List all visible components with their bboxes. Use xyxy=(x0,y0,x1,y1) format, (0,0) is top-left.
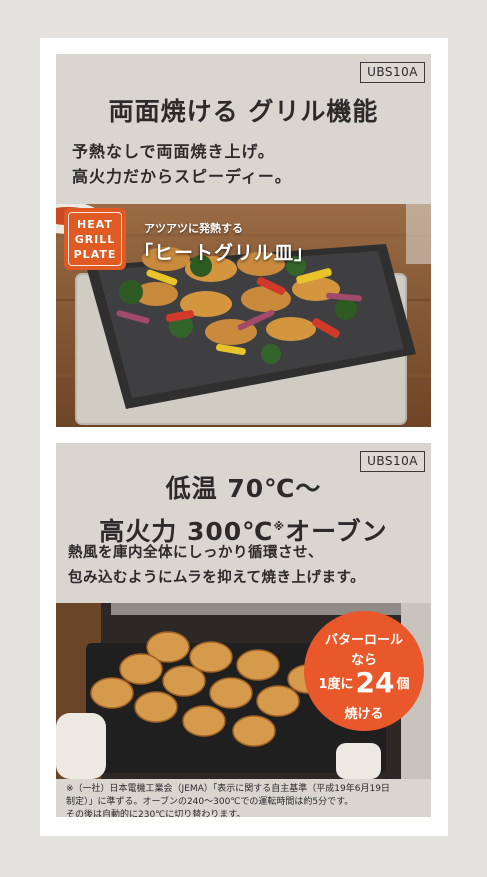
subtitle-line: 高火力だからスピーディー。 xyxy=(72,167,292,186)
title-line: 低温 70℃～ xyxy=(165,474,322,503)
caption-small: アツアツに発熱する xyxy=(144,222,243,235)
page-frame: UBS10A 両面焼ける グリル機能 予熱なしで両面焼き上げ。 高火力だからスピ… xyxy=(40,38,448,836)
logo-frame xyxy=(68,212,122,266)
model-tag: UBS10A xyxy=(360,451,425,472)
footnote-line: 制定）」に準ずる。オーブンの240～300℃での運転時間は約5分です。 xyxy=(66,797,354,807)
badge-text: 個 xyxy=(396,677,410,692)
model-tag: UBS10A xyxy=(360,62,425,83)
badge-line: 1度に24 個 xyxy=(304,666,424,699)
badge-number: 24 xyxy=(355,666,395,699)
footnote-line: その後は自動的に230℃に切り替わります。 xyxy=(66,810,246,817)
description-line: 包み込むようにムラを抑えて焼き上げます。 xyxy=(68,570,366,586)
feature-title: 両面焼ける グリル機能 xyxy=(108,97,379,126)
caption-big: 「ヒートグリル皿」 xyxy=(134,242,315,264)
footnote-line: ※（一社）日本電機工業会（JEMA）「表示に関する自主基準（平成19年6月19日 xyxy=(66,784,390,794)
feature-subtitle: 予熱なしで両面焼き上げ。 高火力だからスピーディー。 xyxy=(72,139,292,189)
note-mark: ※ xyxy=(273,520,286,533)
footnote: ※（一社）日本電機工業会（JEMA）「表示に関する自主基準（平成19年6月19日… xyxy=(66,783,426,817)
grill-feature-card: UBS10A 両面焼ける グリル機能 予熱なしで両面焼き上げ。 高火力だからスピ… xyxy=(56,54,431,427)
subtitle-line: 予熱なしで両面焼き上げ。 xyxy=(72,142,275,161)
feature-title: 低温 70℃～ 高火力 300℃※オーブン xyxy=(56,470,431,551)
feature-description: 熱風を庫内全体にしっかり循環させ、 包み込むようにムラを抑えて焼き上げます。 xyxy=(68,541,365,591)
oven-feature-card: UBS10A 低温 70℃～ 高火力 300℃※オーブン 熱風を庫内全体にしっか… xyxy=(56,443,431,817)
capacity-badge: バターロール なら 1度に24 個 焼ける xyxy=(304,611,424,731)
badge-text: 1度に xyxy=(318,677,354,692)
description-line: 熱風を庫内全体にしっかり循環させ、 xyxy=(68,545,323,561)
badge-line: 焼ける xyxy=(344,707,384,722)
badge-line: バターロール xyxy=(324,633,403,648)
heat-grill-plate-logo: HEAT GRILL PLATE xyxy=(64,208,126,270)
